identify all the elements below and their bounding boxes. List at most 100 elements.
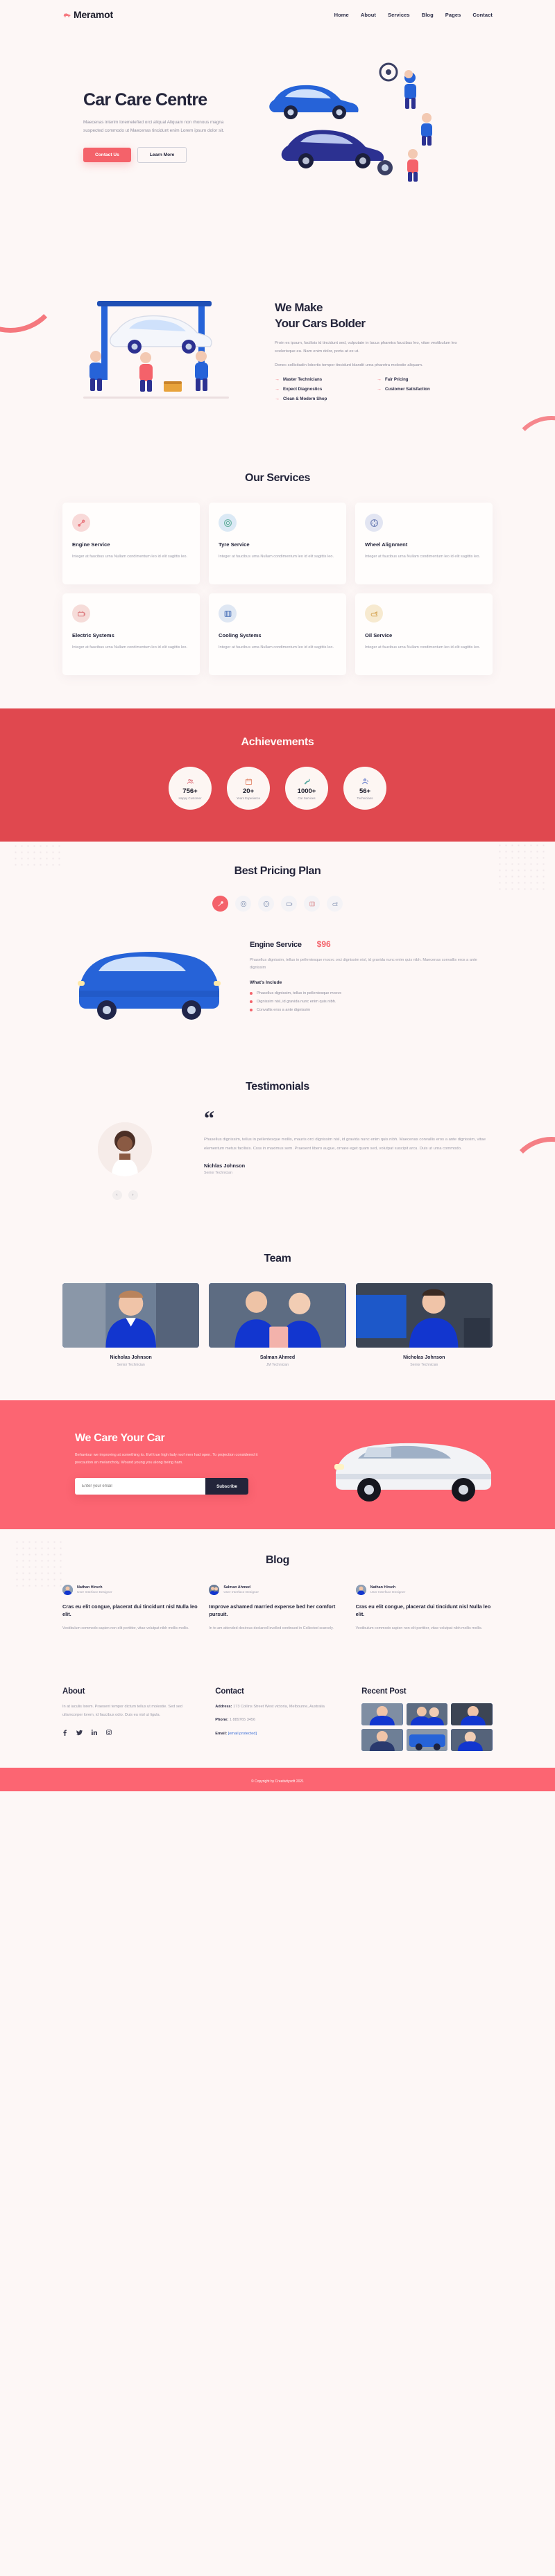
hero-title: Car Care Centre [83, 90, 207, 110]
testimonial-name: Nichlas Johnson [204, 1162, 246, 1169]
recent-post-thumb[interactable] [361, 1703, 403, 1726]
nav-item-home[interactable]: Home [334, 12, 349, 18]
service-body: Integer at faucibus urna Nullam condimen… [219, 645, 334, 650]
achievements-section: Achievements 756+ Happy Customer 20+ Yea… [0, 708, 555, 842]
feature-label: Master Technicians [283, 376, 323, 382]
next-arrow-icon[interactable]: › [128, 1190, 138, 1200]
team-member-photo [355, 1283, 493, 1348]
recent-post-thumb[interactable] [361, 1729, 403, 1752]
twitter-icon[interactable] [76, 1730, 83, 1737]
pricing-tab-tyre[interactable] [235, 896, 251, 912]
blog-post-excerpt: Vestibulum commodo sapien non elit portt… [355, 1626, 483, 1630]
arrow-right-icon: → [275, 376, 280, 382]
nav-item-contact[interactable]: Contact [472, 12, 493, 18]
footer-about-title: About [62, 1687, 85, 1696]
linkedin-icon[interactable] [91, 1729, 97, 1737]
team-title: Team [264, 1253, 291, 1264]
include-item: Convallis eros a ante dignissim [250, 1008, 493, 1012]
facebook-icon[interactable] [62, 1730, 67, 1737]
services-section: Our Services Engine Service Integer at f… [0, 449, 555, 708]
blog-post-card[interactable]: Nathan Hirsch User Interface Designer Cr… [355, 1585, 493, 1632]
service-card-engine[interactable]: Engine Service Integer at faucibus urna … [62, 503, 200, 584]
hero-buttons: Contact Us Learn More [83, 147, 250, 164]
testimonials-section: Testimonials ‹ › “ Phasellus dignissim, … [0, 1061, 555, 1230]
blog-grid: Nathan Hirsch User Interface Designer Cr… [62, 1585, 493, 1632]
recent-post-thumb[interactable] [406, 1729, 448, 1752]
feature-item: → Expect Diagnostics [275, 387, 377, 392]
blog-author-role: User Interface Designer [223, 1590, 259, 1594]
service-card-wheel-alignment[interactable]: Wheel Alignment Integer at faucibus urna… [355, 503, 493, 584]
email-label: Email: [215, 1731, 228, 1736]
pricing-details: Engine Service $96 Phasellus dignissim, … [250, 930, 493, 1016]
avatar [355, 1585, 366, 1595]
service-card-tyre[interactable]: Tyre Service Integer at faucibus urna Nu… [209, 503, 346, 584]
prev-arrow-icon[interactable]: ‹ [112, 1190, 122, 1200]
newsletter-paragraph: Behaviour we improving at something to. … [75, 1452, 258, 1465]
about-section: We Make Your Cars Bolder Proin ex ipsum,… [0, 272, 555, 449]
footer-copyright-bar: © Copyright by Creativitysoft 2021 [0, 1768, 555, 1792]
recent-posts-grid [361, 1703, 493, 1752]
nav-item-blog[interactable]: Blog [422, 12, 434, 18]
copyright-text: © Copyright by Creativitysoft 2021 [251, 1779, 304, 1784]
pricing-tab-cooling[interactable] [304, 896, 320, 912]
pricing-amount: $96 [316, 939, 331, 949]
blog-author: Nathan Hirsch User Interface Designer [355, 1585, 493, 1595]
newsletter-copy: We Care Your Car Behaviour we improving … [62, 1432, 284, 1495]
blog-author-meta: Nathan Hirsch User Interface Designer [77, 1585, 112, 1594]
blog-author-meta: Salman Ahmed User Interface Designer [223, 1585, 259, 1594]
site-footer: About In at iaculis lorem. Praesent temp… [0, 1664, 555, 1768]
white-suv-photo [284, 1425, 493, 1502]
blue-car-illustration [62, 930, 236, 1027]
brand-logo[interactable]: Meramot [62, 9, 113, 20]
team-member-photo [62, 1283, 200, 1348]
pricing-description: Phasellus dignissim, tellus in pellentes… [250, 958, 477, 971]
blog-post-title: Improve ashamed married expense bed her … [209, 1603, 336, 1618]
hero-paragraph: Maecenas interim loremelefied orci aliqu… [83, 119, 225, 134]
pricing-plan-name: Engine Service [250, 941, 302, 949]
service-card-oil-service[interactable]: Oil Service Integer at faucibus urna Nul… [355, 593, 493, 675]
email-link[interactable]: [email protected] [228, 1732, 257, 1736]
team-member-card[interactable]: Nicholas Johnson Senior Technician [355, 1283, 493, 1367]
email-input[interactable] [75, 1478, 206, 1495]
nav-item-services[interactable]: Services [388, 12, 410, 18]
service-card-electric-systems[interactable]: Electric Systems Integer at faucibus urn… [62, 593, 200, 675]
about-title-line2: Your Cars Bolder [275, 317, 366, 331]
testimonial-author-media: ‹ › [62, 1111, 187, 1200]
blog-post-card[interactable]: Salman Ahmed User Interface Designer Imp… [209, 1585, 345, 1632]
contact-us-button[interactable]: Contact Us [83, 148, 131, 163]
achievement-number: 56+ [359, 787, 371, 796]
page-root: Meramot Home About Services Blog Pages C… [0, 0, 555, 1792]
wrench-screwdriver-icon [72, 514, 90, 532]
oil-can-icon [365, 604, 383, 623]
arrow-right-icon: → [275, 396, 280, 401]
subscribe-button[interactable]: Subscribe [205, 1478, 248, 1495]
service-card-cooling-systems[interactable]: Cooling Systems Integer at faucibus urna… [209, 593, 346, 675]
nav-item-about[interactable]: About [361, 12, 376, 18]
pricing-include-list: Phasellus dignissim, tellus in pellentes… [250, 991, 493, 1012]
blog-author: Nathan Hirsch User Interface Designer [62, 1585, 199, 1595]
recent-post-thumb[interactable] [406, 1703, 448, 1726]
blog-post-card[interactable]: Nathan Hirsch User Interface Designer Cr… [62, 1585, 199, 1632]
recent-post-thumb[interactable] [451, 1703, 493, 1726]
nav-item-pages[interactable]: Pages [445, 12, 461, 18]
instagram-icon[interactable] [106, 1729, 112, 1737]
pricing-tab-electric[interactable] [281, 896, 297, 912]
learn-more-button[interactable]: Learn More [137, 147, 187, 164]
team-member-card[interactable]: Salman Ahmed JM Technician [209, 1283, 346, 1367]
customers-icon [187, 776, 194, 787]
blog-post-excerpt: In to am attended desirous declared leve… [209, 1626, 334, 1630]
include-text: Convallis eros a ante dignissim [257, 1008, 311, 1013]
wheel-icon [365, 514, 383, 532]
footer-contact-title: Contact [215, 1687, 244, 1696]
team-member-card[interactable]: Nicholas Johnson Senior Technician [62, 1283, 200, 1367]
about-paragraph-2: Donec sollicitudin lobortis tempor tinci… [275, 363, 423, 368]
phone-label: Phone: [215, 1718, 229, 1723]
arrow-right-icon: → [275, 386, 280, 392]
pricing-tab-engine[interactable] [212, 896, 228, 912]
pricing-tab-wheel[interactable] [258, 896, 274, 912]
blog-post-title: Cras eu elit congue, placerat dui tincid… [62, 1603, 198, 1618]
recent-post-thumb[interactable] [451, 1729, 493, 1752]
service-body: Integer at faucibus urna Nullam condimen… [365, 645, 481, 650]
pricing-tab-oil[interactable] [327, 896, 343, 912]
include-item: Phasellus dignissim, tellus in pellentes… [250, 991, 493, 995]
